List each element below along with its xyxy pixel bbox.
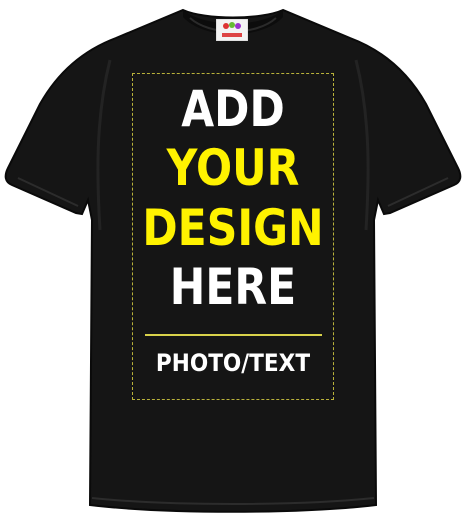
design-text-design: DESIGN (142, 199, 324, 257)
design-text-your: YOUR (166, 139, 300, 197)
design-text-add: ADD (181, 80, 285, 138)
brand-label-icon (216, 19, 248, 41)
design-text-photo-text: PHOTO/TEXT (155, 349, 311, 377)
product-image: ADD YOUR DESIGN HERE PHOTO/TEXT (0, 0, 466, 516)
design-text-here: HERE (169, 258, 297, 316)
divider-line (145, 334, 322, 336)
